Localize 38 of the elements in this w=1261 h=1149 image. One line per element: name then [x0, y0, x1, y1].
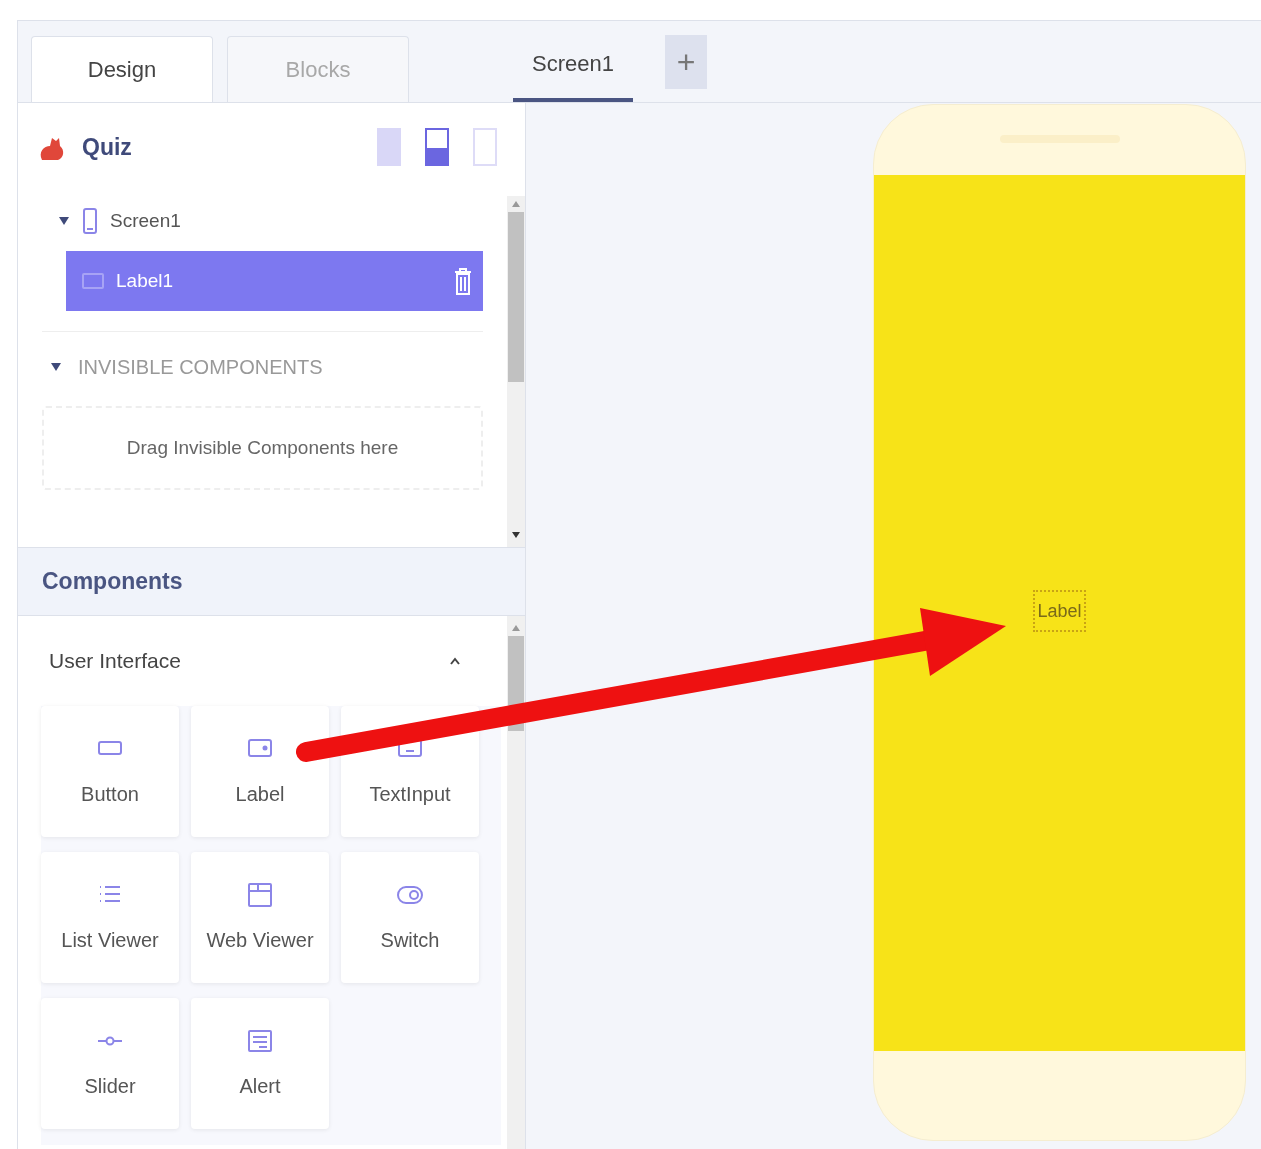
scrollbar[interactable] [507, 196, 525, 547]
component-card[interactable]: List Viewer [41, 852, 179, 983]
component-card[interactable]: Switch [341, 852, 479, 983]
component-card[interactable]: Alert [191, 998, 329, 1129]
web-icon [246, 880, 274, 909]
component-name: List Viewer [61, 927, 159, 953]
scroll-down-icon[interactable] [511, 531, 521, 539]
scroll-up-icon[interactable] [511, 200, 521, 208]
component-name: Alert [239, 1073, 281, 1099]
collapse-triangle-icon[interactable] [58, 215, 70, 227]
tree-item[interactable]: Label1 [66, 251, 483, 311]
scroll-up-icon[interactable] [511, 624, 521, 632]
collapse-triangle-icon[interactable] [50, 361, 62, 373]
component-card[interactable]: Label [191, 706, 329, 837]
device-size-icon[interactable] [425, 128, 449, 166]
label-icon [82, 273, 104, 289]
scrollbar-thumb[interactable] [508, 212, 524, 382]
scrollbar[interactable] [507, 616, 525, 1149]
component-card[interactable]: Slider [41, 998, 179, 1129]
component-name: Slider [84, 1073, 136, 1099]
component-card[interactable]: Button [41, 706, 179, 837]
component-name: TextInput [369, 781, 451, 807]
label-component[interactable]: Label [1033, 590, 1086, 632]
drop-zone[interactable]: Drag Invisible Components here [42, 406, 483, 490]
tree-item[interactable]: Screen1 [42, 191, 483, 251]
component-card[interactable]: Web Viewer [191, 852, 329, 983]
group-header[interactable]: User Interface [41, 616, 501, 706]
components-header: Components [18, 548, 525, 616]
delete-icon[interactable] [453, 266, 473, 296]
screen-tab[interactable]: Screen1 [513, 21, 633, 102]
tab[interactable]: Design [31, 36, 213, 102]
component-name: Web Viewer [206, 927, 314, 953]
component-name: Label [235, 781, 285, 807]
component-name: Button [81, 781, 139, 807]
project-name: Quiz [82, 132, 133, 162]
chevron-up-icon[interactable] [449, 656, 461, 666]
phone-icon [82, 208, 98, 234]
component-name: Switch [380, 927, 440, 953]
